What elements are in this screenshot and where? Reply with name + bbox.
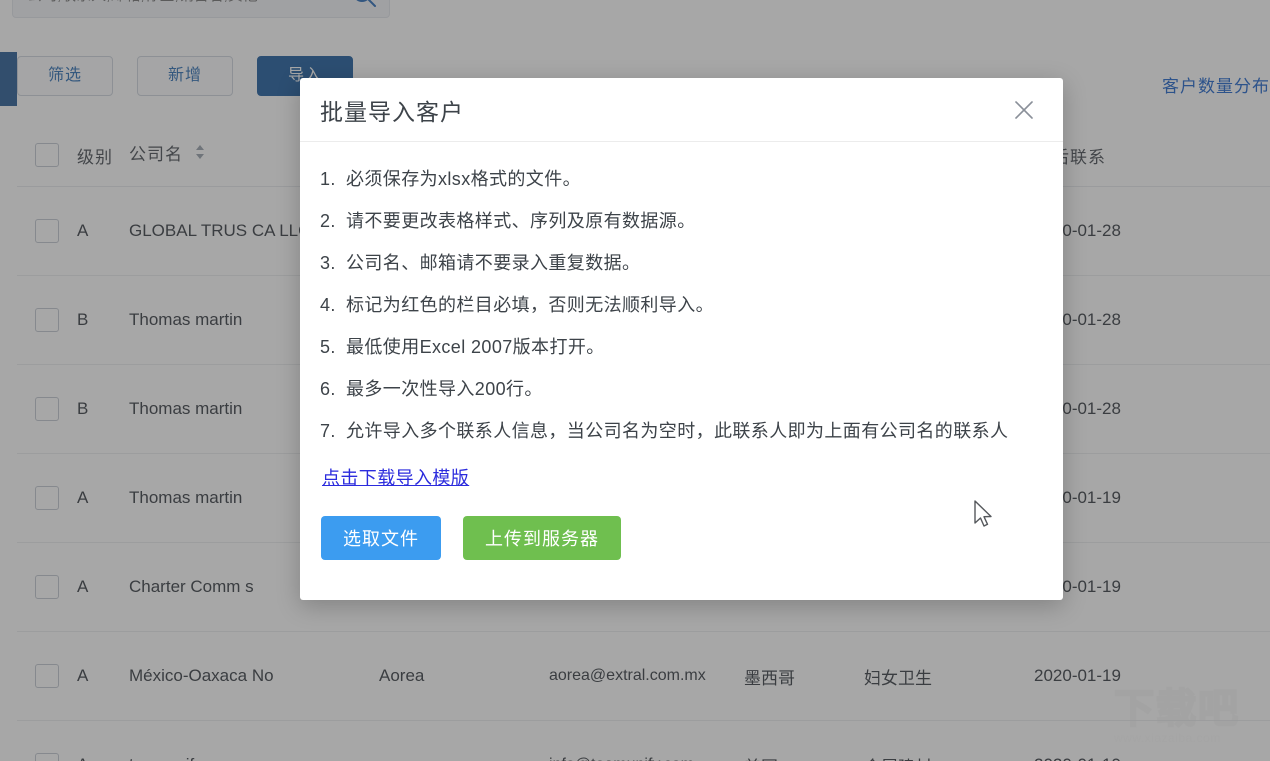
rule-number: 7.	[320, 410, 346, 452]
rule-text: 公司名、邮箱请不要录入重复数据。	[346, 242, 1043, 284]
dialog-header: 批量导入客户	[300, 78, 1063, 142]
import-rule: 3.公司名、邮箱请不要录入重复数据。	[320, 242, 1043, 284]
rule-text: 最低使用Excel 2007版本打开。	[346, 326, 1043, 368]
rule-number: 5.	[320, 326, 346, 368]
import-rule: 6.最多一次性导入200行。	[320, 368, 1043, 410]
import-rule: 4.标记为红色的栏目必填，否则无法顺利导入。	[320, 284, 1043, 326]
import-rule: 5.最低使用Excel 2007版本打开。	[320, 326, 1043, 368]
import-rule: 1.必须保存为xlsx格式的文件。	[320, 158, 1043, 200]
rule-number: 2.	[320, 200, 346, 242]
import-rule: 7.允许导入多个联系人信息，当公司名为空时，此联系人即为上面有公司名的联系人	[320, 410, 1043, 452]
close-icon[interactable]	[1007, 93, 1041, 127]
rule-text: 最多一次性导入200行。	[346, 368, 1043, 410]
rule-number: 3.	[320, 242, 346, 284]
rule-number: 6.	[320, 368, 346, 410]
rule-text: 请不要更改表格样式、序列及原有数据源。	[346, 200, 1043, 242]
dialog-actions: 选取文件 上传到服务器	[321, 516, 1043, 560]
rule-text: 标记为红色的栏目必填，否则无法顺利导入。	[346, 284, 1043, 326]
rule-text: 允许导入多个联系人信息，当公司名为空时，此联系人即为上面有公司名的联系人	[346, 410, 1043, 452]
import-customers-dialog: 批量导入客户 1.必须保存为xlsx格式的文件。2.请不要更改表格样式、序列及原…	[300, 78, 1063, 600]
dialog-title: 批量导入客户	[320, 93, 1007, 127]
import-rules-list: 1.必须保存为xlsx格式的文件。2.请不要更改表格样式、序列及原有数据源。3.…	[320, 158, 1043, 452]
select-file-button[interactable]: 选取文件	[321, 516, 441, 560]
upload-button[interactable]: 上传到服务器	[463, 516, 621, 560]
rule-number: 4.	[320, 284, 346, 326]
rule-number: 1.	[320, 158, 346, 200]
dialog-body: 1.必须保存为xlsx格式的文件。2.请不要更改表格样式、序列及原有数据源。3.…	[300, 142, 1063, 560]
rule-text: 必须保存为xlsx格式的文件。	[346, 158, 1043, 200]
download-template-link[interactable]: 点击下载导入模版	[322, 464, 469, 490]
import-rule: 2.请不要更改表格样式、序列及原有数据源。	[320, 200, 1043, 242]
